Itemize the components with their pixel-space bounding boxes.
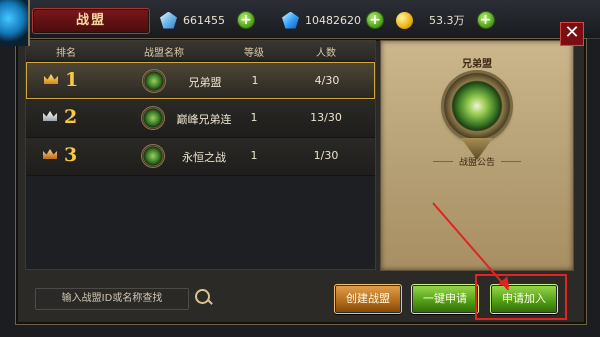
create-guild-button[interactable]: 创建战盟 bbox=[334, 284, 402, 314]
rank-number: 1 bbox=[65, 69, 79, 91]
guild-emblem-icon bbox=[142, 145, 164, 167]
diamond-icon bbox=[160, 11, 177, 29]
gold-crown-icon bbox=[44, 74, 58, 84]
header-members: 人数 bbox=[316, 48, 336, 59]
detail-guild-name: 兄弟盟 bbox=[462, 59, 492, 70]
game-logo-icon bbox=[0, 0, 30, 46]
table-header: 排名 战盟名称 等级 人数 bbox=[26, 41, 375, 60]
close-button[interactable]: ✕ bbox=[560, 22, 584, 46]
gold-count: 53.3万 bbox=[429, 14, 465, 27]
search-input[interactable]: 输入战盟ID或名称查找 bbox=[35, 288, 189, 310]
guild-members: 4/30 bbox=[314, 74, 340, 87]
guild-notice-heading: 战盟公告 bbox=[381, 155, 573, 168]
rank-number: 2 bbox=[64, 106, 78, 128]
add-gold-button[interactable]: + bbox=[476, 11, 495, 29]
divider bbox=[501, 161, 521, 162]
add-blue-diamond-button[interactable]: + bbox=[366, 11, 384, 29]
diamond-count: 661455 bbox=[183, 13, 225, 27]
guild-level: 1 bbox=[250, 111, 258, 124]
guild-detail-panel: 兄弟盟 战盟公告 bbox=[380, 40, 574, 271]
guild-name: 兄弟盟 bbox=[188, 76, 222, 89]
guild-list: 排名 战盟名称 等级 人数 1 兄弟盟 1 4/30 2 巅峰兄弟连 1 13/… bbox=[25, 40, 376, 270]
divider bbox=[432, 161, 453, 162]
table-row[interactable]: 2 巅峰兄弟连 1 13/30 bbox=[26, 100, 375, 138]
header-rank: 排名 bbox=[56, 48, 76, 59]
one-click-apply-button[interactable]: 一键申请 bbox=[411, 284, 479, 314]
rank-number: 3 bbox=[64, 144, 78, 166]
blue-diamond-icon bbox=[282, 11, 299, 29]
table-row[interactable]: 1 兄弟盟 1 4/30 bbox=[26, 62, 375, 99]
guild-name: 永恒之战 bbox=[182, 151, 226, 164]
silver-crown-icon bbox=[43, 111, 57, 121]
guild-level: 1 bbox=[250, 149, 258, 162]
blue-diamond-count: 10482620 bbox=[305, 13, 361, 27]
guild-name: 巅峰兄弟连 bbox=[176, 113, 232, 126]
guild-emblem-icon bbox=[142, 107, 164, 129]
guild-members: 13/30 bbox=[310, 111, 342, 124]
guild-level: 1 bbox=[251, 74, 259, 87]
bronze-crown-icon bbox=[43, 149, 57, 159]
gold-resource: 53.3万 + bbox=[396, 11, 495, 29]
apply-join-button[interactable]: 申请加入 bbox=[490, 284, 558, 314]
guild-emblem-icon bbox=[143, 70, 165, 92]
gold-coin-icon bbox=[396, 11, 413, 29]
table-row[interactable]: 3 永恒之战 1 1/30 bbox=[26, 138, 375, 176]
blue-diamond-resource: 10482620 + bbox=[282, 11, 384, 29]
search-icon[interactable] bbox=[195, 289, 210, 304]
header-level: 等级 bbox=[244, 48, 264, 59]
header-name: 战盟名称 bbox=[144, 48, 184, 59]
add-diamond-button[interactable]: + bbox=[237, 11, 255, 29]
notice-label: 战盟公告 bbox=[458, 158, 495, 168]
diamond-resource: 661455 + bbox=[160, 11, 255, 29]
guild-emblem-large-icon bbox=[444, 73, 510, 139]
panel-title-tab: 战盟 bbox=[32, 8, 150, 34]
guild-members: 1/30 bbox=[313, 149, 339, 162]
